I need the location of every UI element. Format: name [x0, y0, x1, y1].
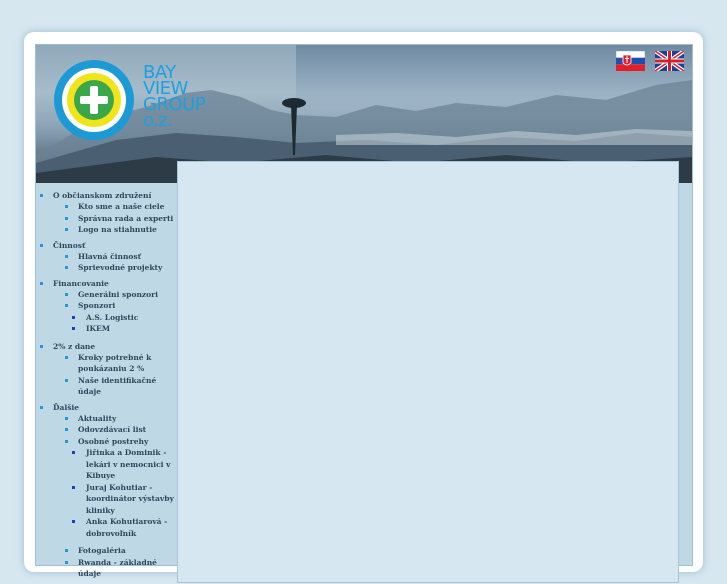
menu-group-dve-percenta: 2% z dane Kroky potrebné k poukázaniu 2 …: [36, 341, 177, 398]
slovak-flag-icon[interactable]: [616, 51, 645, 71]
menu-item-logo-stiahnutie[interactable]: Logo na stiahnutie: [53, 224, 177, 236]
menu-item-sponzori[interactable]: Sponzori: [78, 301, 115, 310]
menu-item-spravna-rada[interactable]: Správna rada a experti: [53, 213, 177, 225]
menu-item-o-zdruzeni[interactable]: O občianskom združení: [53, 190, 177, 201]
uk-flag-icon[interactable]: [655, 51, 684, 71]
main-content-panel: [177, 161, 679, 583]
menu-group-sponzori: Sponzori A.S. Logistic IKEM: [53, 300, 177, 335]
menu-item-osobne[interactable]: Osobné postrehy: [78, 437, 148, 446]
menu-item-jirinka[interactable]: Jiřinka a Dominik - lekári v nemocnici v…: [53, 447, 177, 482]
menu-item-rwanda[interactable]: Rwanda - základné údaje: [53, 557, 177, 580]
menu-item-fotogaleria[interactable]: Fotogaléria: [53, 545, 177, 557]
menu-item-cinnost[interactable]: Činnosť: [53, 240, 177, 251]
logo-icon[interactable]: [54, 60, 134, 140]
menu-item-dalsie[interactable]: Ďalšie: [53, 402, 177, 413]
sidebar-menu: O občianskom združení Kto sme a naše cie…: [36, 190, 177, 584]
logo-text[interactable]: BAY VIEW GROUP o.z.: [143, 64, 233, 131]
menu-item-kto-sme[interactable]: Kto sme a naše ciele: [53, 201, 177, 213]
menu-group-o-zdruzeni: O občianskom združení Kto sme a naše cie…: [36, 190, 177, 236]
site-container: BAY VIEW GROUP o.z. O občianskom združen…: [35, 44, 693, 583]
logo-line-4: o.z.: [143, 110, 173, 131]
menu-group-dalsie: Ďalšie Aktuality Odovzdávací list Osobné…: [36, 402, 177, 580]
menu-item-juraj[interactable]: Juraj Kohutiar - koordinátor výstavby kl…: [53, 482, 177, 517]
menu-item-generalni[interactable]: Generálni sponzori: [53, 289, 177, 301]
menu-item-identifikacne[interactable]: Naše identifikačné údaje: [53, 375, 177, 398]
menu-item-hlavna-cinnost[interactable]: Hlavná činnosť: [53, 251, 177, 263]
menu-item-financovanie[interactable]: Financovanie: [53, 278, 177, 289]
menu-group-cinnost: Činnosť Hlavná činnosť Sprievodné projek…: [36, 240, 177, 274]
menu-item-odovzdavaci[interactable]: Odovzdávací list: [53, 424, 177, 436]
menu-item-as-logistic[interactable]: A.S. Logistic: [53, 312, 177, 324]
menu-item-anka[interactable]: Anka Kohutiarová - dobrovoľník: [53, 516, 177, 539]
menu-item-sprievodne[interactable]: Sprievodné projekty: [53, 262, 177, 274]
menu-group-osobne: Osobné postrehy Jiřinka a Dominik - leká…: [53, 436, 177, 540]
menu-item-kroky[interactable]: Kroky potrebné k poukázaniu 2 %: [53, 352, 177, 375]
menu-item-ikem[interactable]: IKEM: [53, 323, 177, 335]
menu-item-dve-percenta[interactable]: 2% z dane: [53, 341, 177, 352]
menu-group-financovanie: Financovanie Generálni sponzori Sponzori…: [36, 278, 177, 335]
menu-item-aktuality[interactable]: Aktuality: [53, 413, 177, 425]
